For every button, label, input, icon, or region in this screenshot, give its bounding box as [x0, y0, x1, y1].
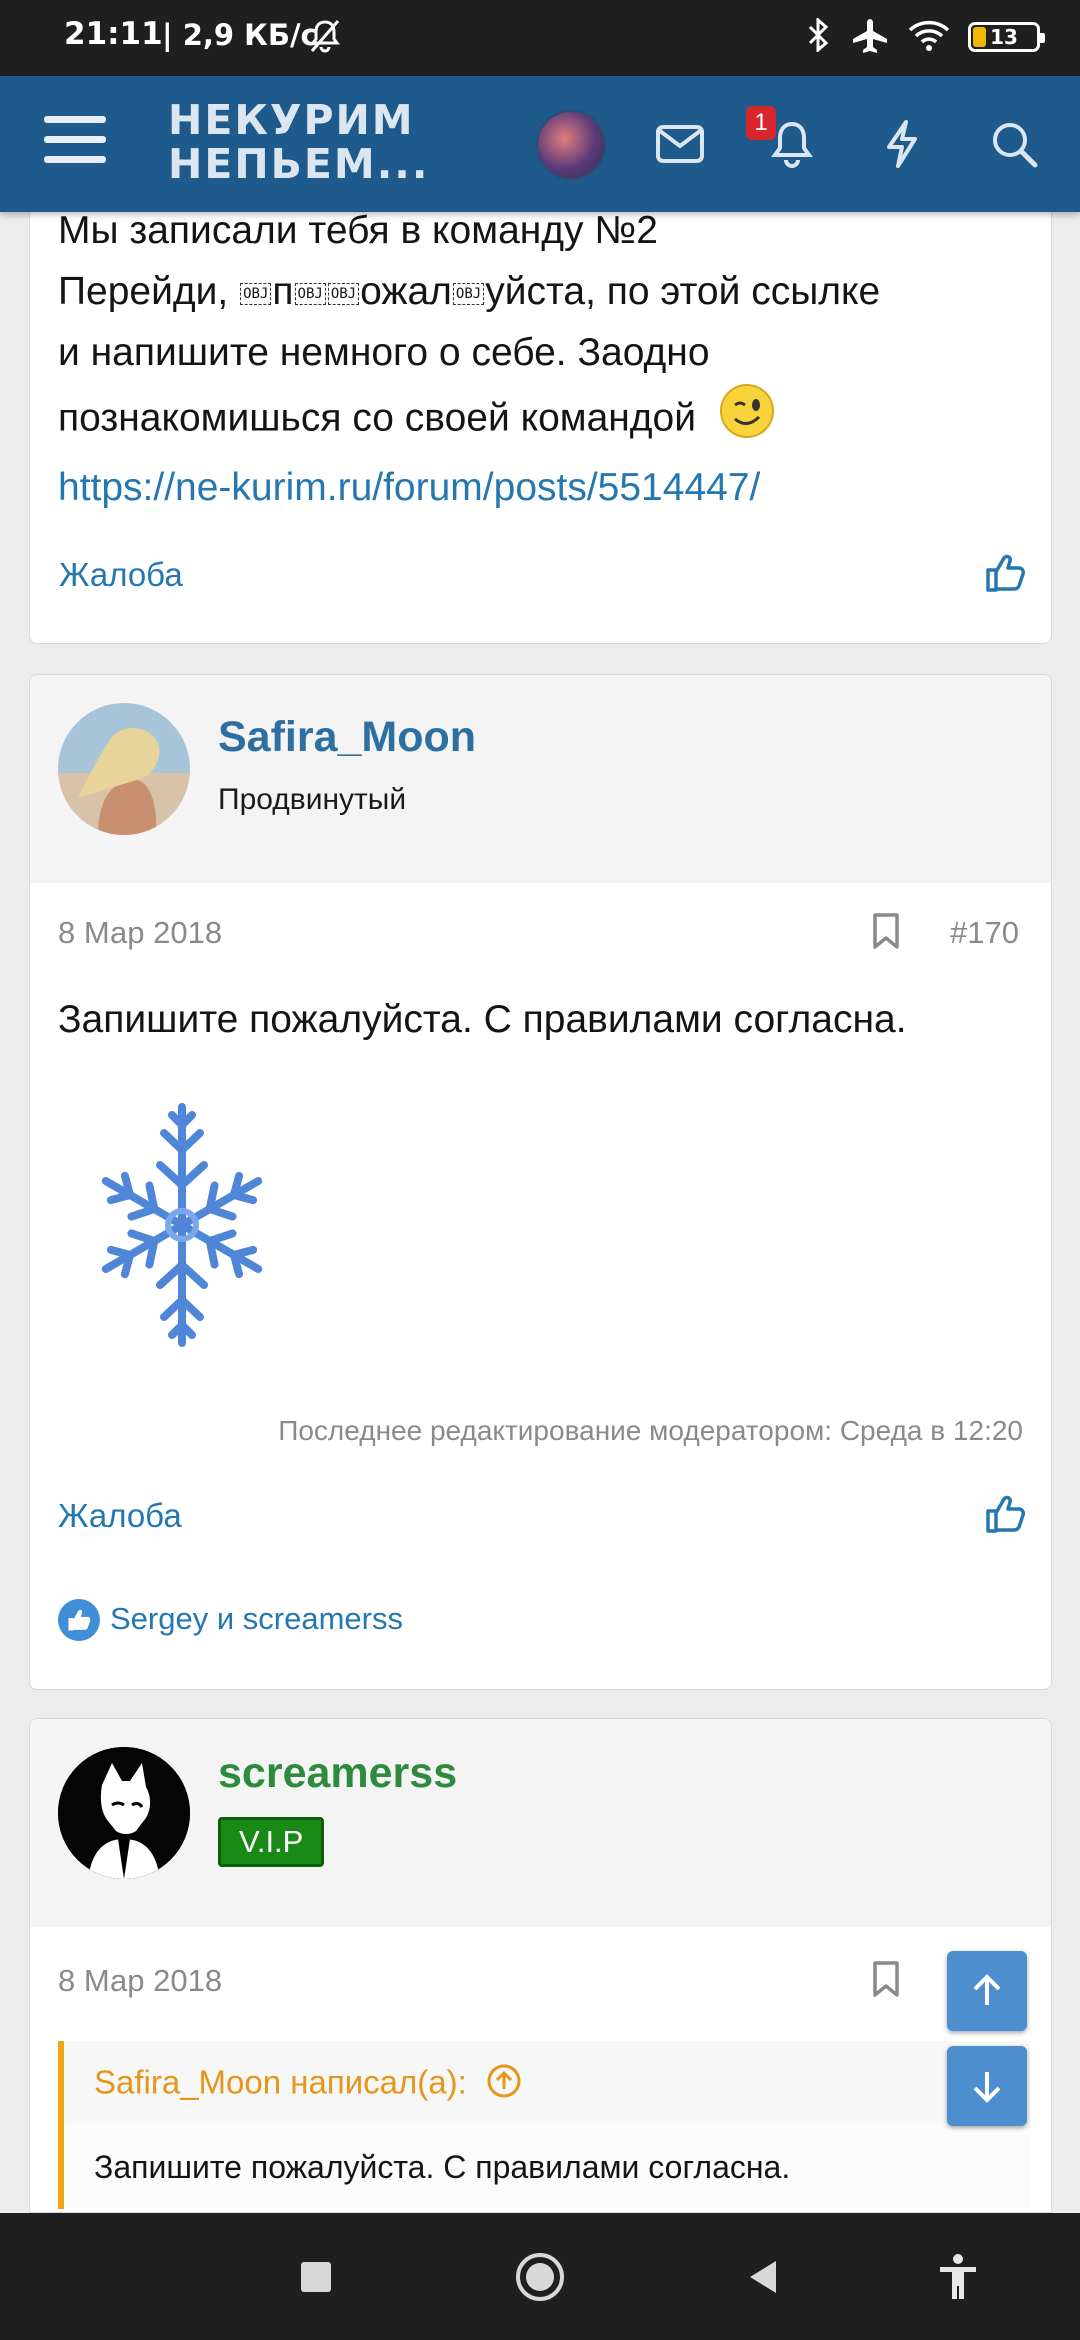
search-icon[interactable] [986, 116, 1042, 172]
snowflake-image [84, 1097, 280, 1358]
reaction-users[interactable]: Sergey и screamerss [110, 1601, 403, 1637]
edit-note: Последнее редактирование модератором: Ср… [278, 1415, 1023, 1446]
bluetooth-icon [806, 16, 832, 56]
scroll-bottom-button[interactable] [947, 2046, 1027, 2126]
clock: 21:11 [64, 16, 163, 52]
airplane-icon [850, 17, 890, 57]
post-number[interactable]: #170 [950, 915, 1019, 951]
scroll-top-button[interactable] [947, 1951, 1027, 2031]
arrow-down-icon [973, 2072, 1001, 2103]
logo-line-2: НЕПЬЕМ... [168, 140, 430, 188]
post-line: и напишите немного о себе. Заодно [58, 331, 710, 374]
username[interactable]: screamerss [218, 1749, 457, 1798]
report-link[interactable]: Жалоба [59, 556, 183, 594]
messages-icon[interactable] [652, 116, 708, 172]
user-avatar[interactable] [58, 1747, 190, 1879]
post-link[interactable]: https://ne-kurim.ru/forum/posts/5514447/ [58, 457, 1038, 518]
post-line: познакомишься со своей командой [58, 383, 1038, 457]
arrow-up-circle-icon[interactable] [486, 2063, 522, 2107]
report-link[interactable]: Жалоба [58, 1497, 182, 1535]
quote-author: Safira_Moon написал(а): [94, 2063, 467, 2101]
wifi-icon [908, 18, 950, 56]
bell-off-icon [308, 18, 342, 58]
arrow-up-icon [973, 1974, 1001, 2005]
notification-badge: 1 [746, 106, 776, 140]
post-body: Мы записали тебя в команду №2 Перейди, O… [58, 200, 1038, 518]
vip-badge: V.I.P [218, 1817, 325, 1867]
quote-header[interactable]: Safira_Moon написал(а): [94, 2063, 522, 2107]
battery-icon: 13 [968, 22, 1045, 52]
account-avatar[interactable] [536, 110, 606, 180]
status-bar: 21:11 | 2,9 КБ/с 13 [0, 0, 1080, 76]
battery-level: 13 [990, 25, 1018, 49]
post-card-previous: Мы записали тебя в команду №2 Перейди, O… [29, 150, 1052, 644]
post-card-171: screamerss V.I.P 8 Мар 2018 #171 Safira_… [29, 1718, 1052, 2213]
recent-apps-button[interactable] [284, 2245, 348, 2309]
site-logo[interactable]: НЕКУРИМ НЕПЬЕМ... [168, 98, 429, 186]
post-card-170: Safira_Moon Продвинутый 8 Мар 2018 #170 … [29, 674, 1052, 1690]
back-button[interactable] [730, 2245, 794, 2309]
square-icon [301, 2262, 331, 2292]
post-date[interactable]: 8 Мар 2018 [58, 915, 222, 951]
reaction-like-icon [58, 1599, 100, 1641]
bookmark-icon[interactable] [872, 912, 900, 955]
network-speed: | 2,9 КБ/с [162, 18, 318, 52]
user-avatar[interactable] [58, 703, 190, 835]
home-circle-icon [516, 2253, 564, 2301]
logo-line-1: НЕКУРИМ [168, 96, 415, 144]
like-icon[interactable] [984, 552, 1026, 599]
app-header: НЕКУРИМ НЕПЬЕМ... 1 [0, 76, 1080, 212]
back-triangle-icon [750, 2261, 776, 2293]
wink-emoji-icon [719, 383, 775, 457]
home-button[interactable] [508, 2245, 572, 2309]
quote-text: Запишите пожалуйста. С правилами согласн… [94, 2149, 791, 2185]
quote-block: Safira_Moon написал(а): Запишите пожалуй… [58, 2041, 1030, 2209]
post-date[interactable]: 8 Мар 2018 [58, 1963, 222, 1999]
system-nav-bar [0, 2213, 1080, 2340]
user-title: Продвинутый [218, 783, 407, 816]
bookmark-icon[interactable] [872, 1960, 900, 2003]
lightning-icon[interactable] [874, 116, 930, 172]
post-text: Запишите пожалуйста. С правилами согласн… [58, 998, 907, 1041]
username[interactable]: Safira_Moon [218, 713, 476, 762]
accessibility-button[interactable] [926, 2245, 990, 2309]
accessibility-icon [940, 2254, 976, 2299]
post-line: Перейди, OBJ п OBJ OBJ ожал OBJ уйста, по этой… [58, 270, 881, 313]
like-icon[interactable] [984, 1493, 1026, 1540]
menu-icon[interactable] [44, 116, 106, 170]
